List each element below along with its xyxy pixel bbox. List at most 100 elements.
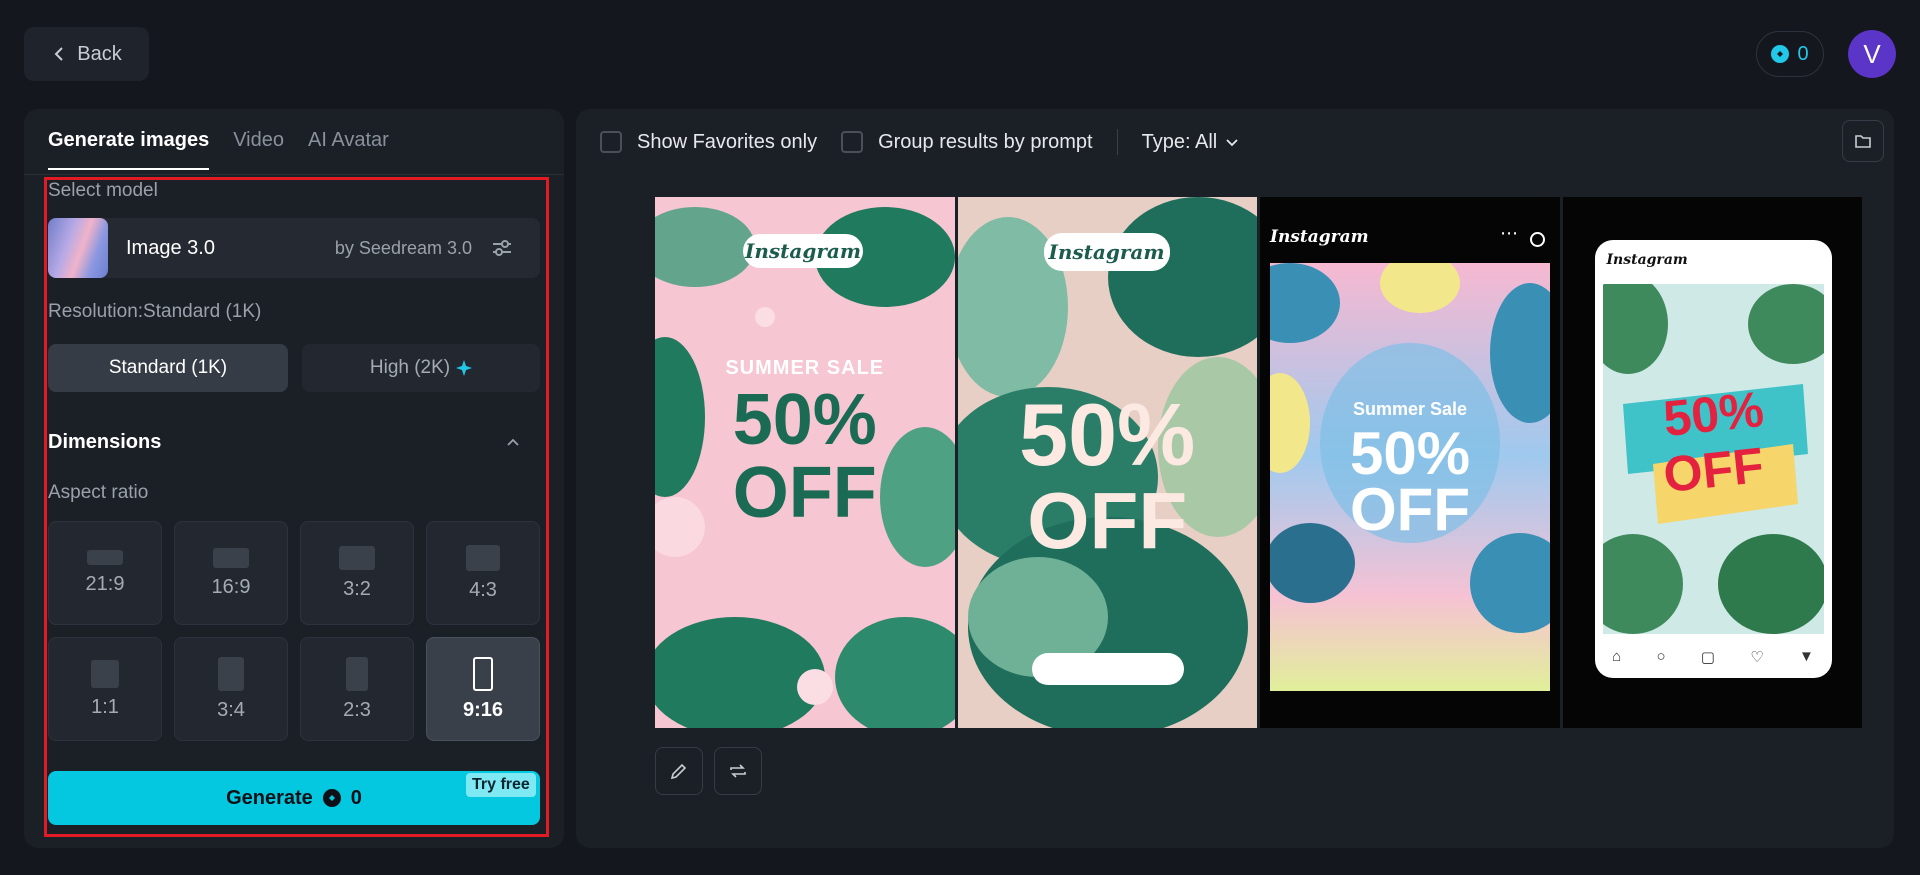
tab-divider <box>24 174 564 175</box>
pencil-icon <box>670 763 687 780</box>
instagram-brand: Instagram <box>1270 227 1369 247</box>
aspect-label: 9:16 <box>462 698 504 721</box>
aspect-label: 16:9 <box>211 575 251 598</box>
ratio-shape-icon <box>473 656 493 691</box>
dimensions-title: Dimensions <box>48 431 162 453</box>
instagram-brand: Instagram <box>1606 252 1688 268</box>
aspect-label: 4:3 <box>469 578 497 601</box>
aspect-option-4-3[interactable]: 4:3 <box>426 521 540 625</box>
filter-divider <box>1116 129 1118 155</box>
resolution-high-label: High (2K) <box>369 357 451 378</box>
aspect-label: 3:2 <box>343 577 371 600</box>
model-name: Image 3.0 <box>126 236 215 259</box>
add-icon: ▢ <box>1700 649 1715 666</box>
aspect-option-16-9[interactable]: 16:9 <box>174 521 288 625</box>
aspect-option-2-3[interactable]: 2:3 <box>300 637 414 741</box>
ratio-shape-icon <box>218 656 244 691</box>
credits-count: 0 <box>1797 42 1809 65</box>
ratio-shape-icon <box>339 545 375 570</box>
aspect-option-21-9[interactable]: 21:9 <box>48 521 162 625</box>
aspect-ratio-grid: 21:9 16:9 3:2 4:3 1:1 3:4 2:3 9:16 <box>48 521 540 741</box>
select-model-label: Select model <box>48 180 158 201</box>
aspect-option-9-16[interactable]: 9:16 <box>426 637 540 741</box>
resolution-standard-label: Standard (1K) <box>108 357 228 378</box>
aspect-label: 3:4 <box>217 698 245 721</box>
aspect-label: 21:9 <box>85 573 125 595</box>
mode-tabs: Generate images Video AI Avatar <box>48 129 389 170</box>
ratio-shape-icon <box>213 547 249 568</box>
model-selector[interactable]: Image 3.0 by Seedream 3.0 <box>48 218 540 278</box>
tab-video[interactable]: Video <box>233 129 284 170</box>
home-icon: ⌂ <box>1612 648 1622 665</box>
type-label: Type: All <box>1141 130 1218 153</box>
instagram-brand: Instagram <box>743 234 863 268</box>
sale-text: Summer Sale <box>1352 399 1468 419</box>
model-thumbnail <box>48 218 108 278</box>
aspect-option-3-4[interactable]: 3:4 <box>174 637 288 741</box>
type-dropdown[interactable]: Type: All <box>1142 131 1240 154</box>
target-icon <box>1530 232 1545 247</box>
try-free-badge: Try free <box>466 773 536 797</box>
chevron-up-icon[interactable] <box>505 434 521 450</box>
credit-icon <box>322 789 341 807</box>
aspect-option-1-1[interactable]: 1:1 <box>48 637 162 741</box>
group-checkbox[interactable] <box>841 131 864 153</box>
off-text: OFF <box>732 453 877 533</box>
aspect-label: 2:3 <box>343 698 371 721</box>
phone-nav-bar: ⌂ ○ ▢ ♡ ▼ <box>1595 648 1832 666</box>
tab-ai-avatar[interactable]: AI Avatar <box>308 129 389 170</box>
cta-pill <box>1031 653 1184 685</box>
result-image[interactable]: Instagram ⋯ Summer Sale 50% OFF <box>1260 197 1560 728</box>
phone-mockup: Instagram 50% OFF ⌂ ○ ▢ ♡ ▼ <box>1594 240 1832 678</box>
discount-text: 50% <box>1019 385 1196 484</box>
avatar[interactable]: V <box>1848 30 1896 78</box>
filter-bar: Show Favorites only Group results by pro… <box>600 127 1239 157</box>
credit-icon <box>1771 45 1790 63</box>
profile-icon: ▼ <box>1798 648 1814 665</box>
group-label: Group results by prompt <box>878 130 1093 153</box>
search-icon: ○ <box>1656 648 1666 665</box>
favorites-label: Show Favorites only <box>637 130 818 153</box>
heart-icon: ♡ <box>1750 649 1764 666</box>
result-image[interactable]: Instagram SUMMER SALE 50% OFF <box>655 197 955 728</box>
ratio-shape-icon <box>346 656 368 691</box>
ratio-shape-icon <box>87 550 123 565</box>
generate-label: Generate <box>226 786 313 809</box>
aspect-ratio-label: Aspect ratio <box>48 482 149 503</box>
resolution-standard-button[interactable]: Standard (1K) <box>48 344 288 392</box>
sale-text: SUMMER SALE <box>725 357 885 379</box>
avatar-initial: V <box>1863 38 1881 69</box>
sparkle-icon <box>456 360 473 376</box>
resolution-high-button[interactable]: High (2K) <box>302 344 540 392</box>
regenerate-button[interactable] <box>714 747 762 795</box>
sliders-icon[interactable] <box>490 236 514 260</box>
resolution-label: Resolution:Standard (1K) <box>48 301 262 322</box>
image-gallery: Instagram SUMMER SALE 50% OFF Instagram … <box>655 197 1862 728</box>
off-text: OFF <box>1027 476 1188 565</box>
credits-badge[interactable]: 0 <box>1756 31 1824 77</box>
chevron-down-icon <box>1226 139 1238 147</box>
generate-cost: 0 <box>350 786 362 809</box>
result-image[interactable]: Instagram 50% OFF <box>957 197 1257 728</box>
aspect-option-3-2[interactable]: 3:2 <box>300 521 414 625</box>
back-button[interactable]: Back <box>24 27 149 81</box>
ratio-shape-icon <box>466 544 500 571</box>
favorites-checkbox[interactable] <box>600 131 622 153</box>
tab-generate-images[interactable]: Generate images <box>48 129 210 170</box>
more-icon: ⋯ <box>1500 223 1518 243</box>
instagram-brand: Instagram <box>1043 233 1170 271</box>
chevron-left-icon <box>54 47 63 61</box>
folder-button[interactable] <box>1842 120 1884 162</box>
aspect-label: 1:1 <box>91 695 119 718</box>
discount-text: 50% <box>732 380 877 460</box>
model-provider: by Seedream 3.0 <box>334 237 472 258</box>
folder-icon <box>1855 135 1871 148</box>
repeat-icon <box>730 764 746 778</box>
back-label: Back <box>77 42 122 65</box>
edit-button[interactable] <box>655 747 703 795</box>
result-image[interactable]: Instagram 50% OFF ⌂ ○ ▢ ♡ ▼ <box>1562 197 1862 728</box>
post-image: 50% OFF <box>1602 284 1824 634</box>
story-card: Summer Sale 50% OFF <box>1270 263 1550 691</box>
off-text: OFF <box>1350 476 1470 543</box>
ratio-shape-icon <box>91 659 119 688</box>
